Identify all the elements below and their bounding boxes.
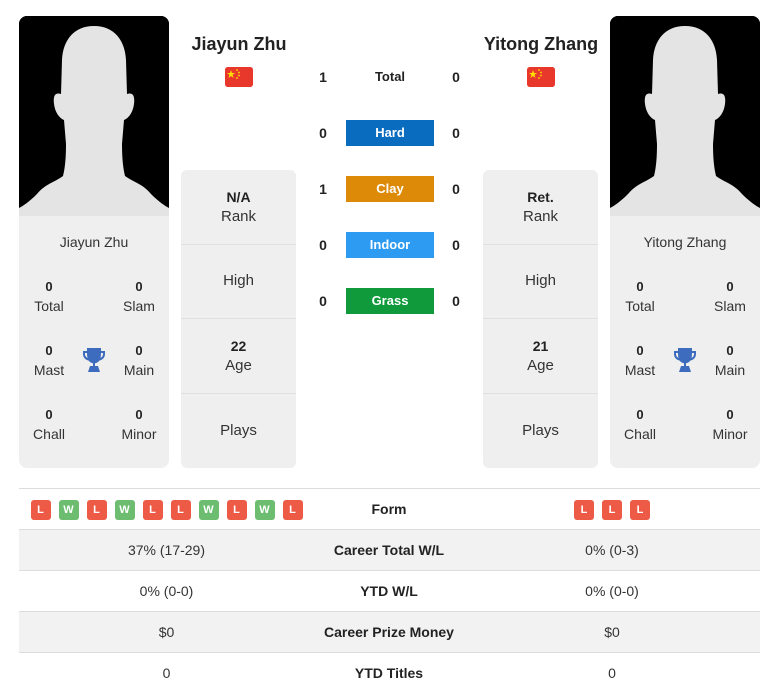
player1-photo [19,16,169,216]
h2h-grass-row: 0 Grass 0 [310,288,470,314]
player2-stat: $0 [604,624,620,640]
h2h-clay-row: 1 Clay 0 [310,176,470,202]
plays-row: Plays [220,421,257,439]
titles-minor: 0 Minor [121,407,157,442]
h2h-hard-row: 0 Hard 0 [310,120,470,146]
stats-table: LWLWLLWLWL Form LLL 37% (17-29) Career T… [19,488,760,694]
china-flag-icon [225,67,253,87]
avatar-silhouette-icon [19,16,169,216]
stat-row-career-wl: 37% (17-29) Career Total W/L 0% (0-3) [19,530,760,571]
age-row: 21 Age [483,319,598,394]
form-loss-badge[interactable]: L [226,499,247,520]
player1-name[interactable]: Jiayun Zhu [164,34,314,55]
surface-hard-badge[interactable]: Hard [346,120,434,146]
surface-grass-badge[interactable]: Grass [346,288,434,314]
form-win-badge[interactable]: W [114,499,135,520]
form-loss-badge[interactable]: L [630,499,650,520]
player1-stat: 0 [162,665,171,681]
stat-row-form: LWLWLLWLWL Form LLL [19,489,760,530]
titles-main: 0 Main [123,343,155,378]
h2h-indoor-row: 0 Indoor 0 [310,232,470,258]
form-loss-badge[interactable]: L [86,499,107,520]
player2-name[interactable]: Yitong Zhang [466,34,616,55]
player2-stat: 0 [608,665,616,681]
stat-row-ytd-titles: 0 YTD Titles 0 [19,653,760,694]
form-win-badge[interactable]: W [254,499,275,520]
titles-mast: 0 Mast [33,343,65,378]
titles-main: 0 Main [714,343,746,378]
titles-total: 0 Total [625,279,655,314]
titles-slam: 0 Slam [123,279,155,314]
plays-row: Plays [522,421,559,439]
player1-stat: $0 [158,624,175,640]
surface-indoor-badge[interactable]: Indoor [346,232,434,258]
form-win-badge[interactable]: W [198,499,219,520]
stat-row-prize-money: $0 Career Prize Money $0 [19,612,760,653]
player1-form: LWLWLLWLWL [19,489,314,530]
stat-label: Form [371,501,407,517]
titles-slam: 0 Slam [714,279,746,314]
high-row: High [181,245,296,319]
titles-total: 0 Total [34,279,64,314]
china-flag-icon [527,67,555,87]
form-loss-badge[interactable]: L [142,499,163,520]
h2h-total-row: 1 Total 0 [310,64,470,90]
player2-stat: 0% (0-0) [585,583,639,599]
player2-form: LLL [464,489,760,530]
rank-row: N/A Rank [181,170,296,245]
trophy-icon [83,348,105,372]
titles-mast: 0 Mast [624,343,656,378]
stat-row-ytd-wl: 0% (0-0) YTD W/L 0% (0-0) [19,571,760,612]
player2-card: Yitong Zhang 0 Total 0 Slam 0 Mast 0 Mai… [610,16,760,468]
stat-label: YTD W/L [360,583,418,599]
player1-card: Jiayun Zhu 0 Total 0 Slam 0 Mast 0 Main … [19,16,169,468]
form-loss-badge[interactable]: L [602,499,622,520]
form-loss-badge[interactable]: L [282,499,303,520]
player2-photo [610,16,760,216]
stat-label: Career Total W/L [333,542,445,558]
player1-stat: 37% (17-29) [127,542,206,558]
titles-chall: 0 Chall [624,407,656,442]
age-row: 22 Age [181,319,296,394]
surface-total-label: Total [374,69,406,84]
surface-clay-badge[interactable]: Clay [346,176,434,202]
avatar-silhouette-icon [610,16,760,216]
player1-info-panel: N/A Rank High 22 Age Plays [181,170,296,468]
player2-card-name[interactable]: Yitong Zhang [610,234,760,250]
player2-info-panel: Ret. Rank High 21 Age Plays [483,170,598,468]
rank-row: Ret. Rank [483,170,598,245]
player2-stat: 0% (0-3) [585,542,639,558]
titles-minor: 0 Minor [712,407,748,442]
stat-label: YTD Titles [354,665,424,681]
form-win-badge[interactable]: W [58,499,79,520]
titles-chall: 0 Chall [33,407,65,442]
player1-stat: 0% (0-0) [139,583,194,599]
stat-label: Career Prize Money [324,624,454,640]
high-row: High [483,245,598,319]
player1-card-name[interactable]: Jiayun Zhu [19,234,169,250]
form-loss-badge[interactable]: L [574,499,594,520]
trophy-icon [674,348,696,372]
form-loss-badge[interactable]: L [30,499,51,520]
form-loss-badge[interactable]: L [170,499,191,520]
